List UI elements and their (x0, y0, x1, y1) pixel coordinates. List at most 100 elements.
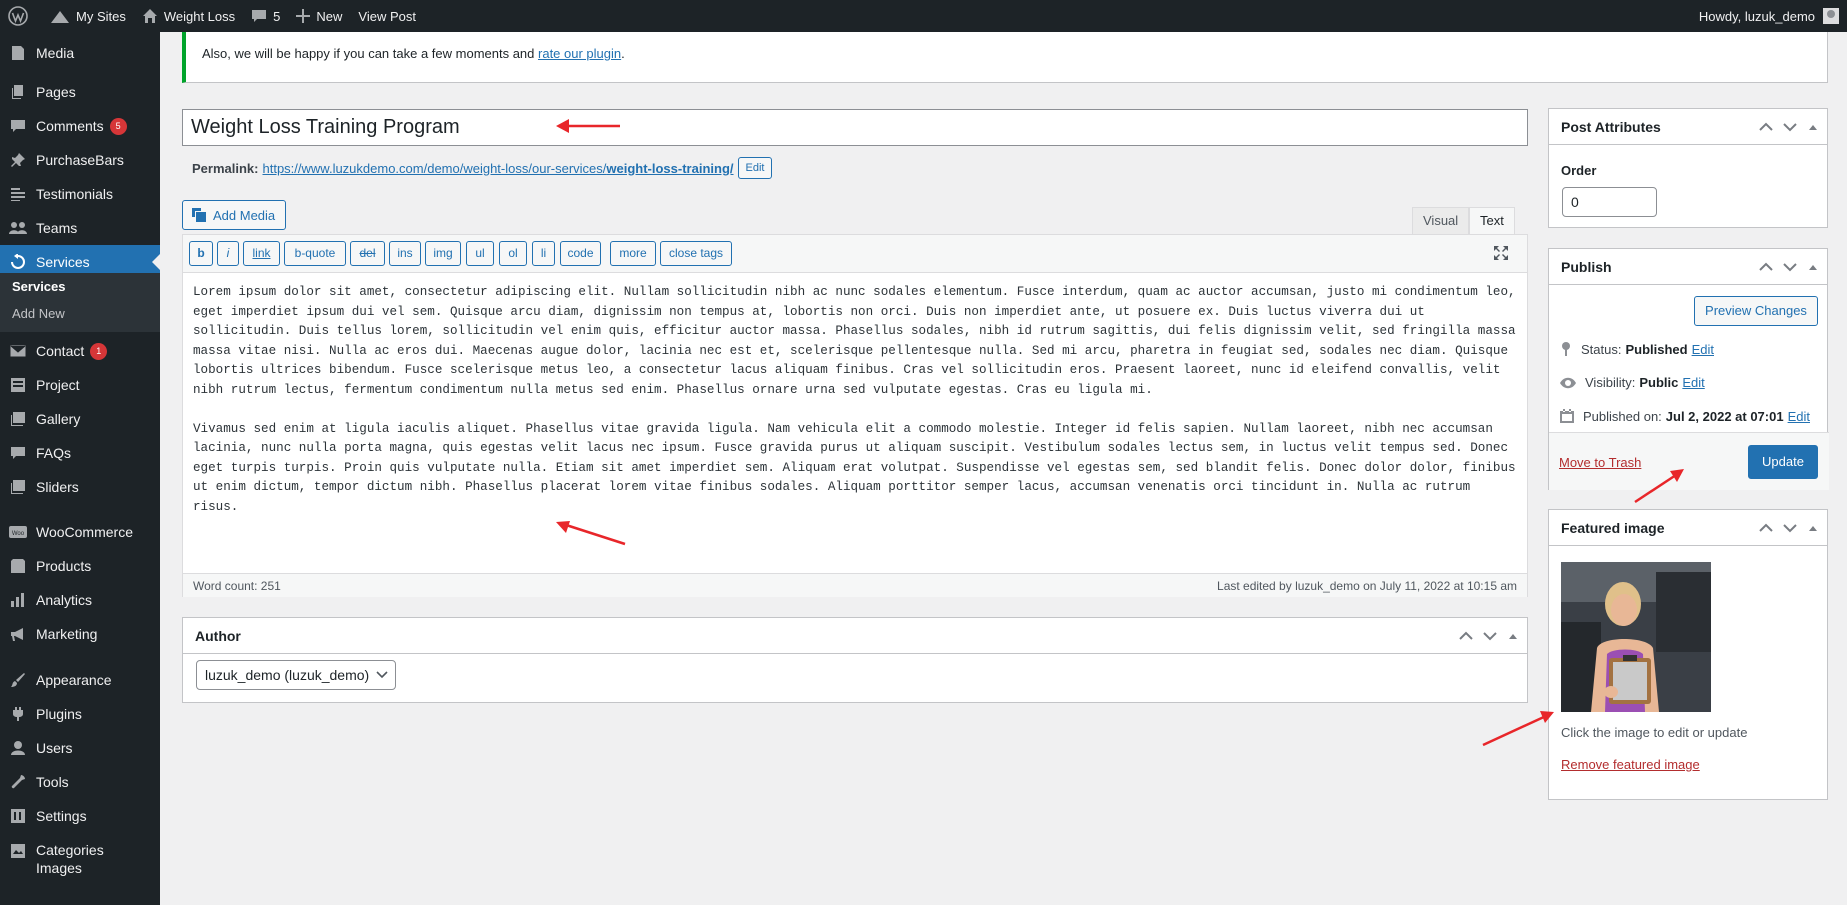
quicktag-ins-button[interactable]: ins (389, 241, 421, 266)
sidebar-item-users[interactable]: Users (0, 731, 160, 765)
sidebar-item-woocommerce[interactable]: Woo WooCommerce (0, 515, 160, 549)
quicktag-blockquote-button[interactable]: b-quote (284, 241, 346, 266)
post-title-input[interactable]: Weight Loss Training Program (182, 109, 1528, 146)
post-content-textarea[interactable]: Lorem ipsum dolor sit amet, consectetur … (193, 283, 1519, 517)
edit-date-link[interactable]: Edit (1788, 409, 1810, 424)
account-menu[interactable]: Howdy, luzuk_demo (1699, 0, 1847, 32)
toggle-panel-icon[interactable] (1507, 632, 1519, 640)
toggle-panel-icon[interactable] (1807, 524, 1819, 532)
sidebar-item-label: Media (36, 45, 75, 61)
quicktag-more-button[interactable]: more (610, 241, 656, 266)
edit-visibility-link[interactable]: Edit (1682, 375, 1704, 390)
new-content-link[interactable]: New (288, 0, 350, 32)
quicktag-link-button[interactable]: link (243, 241, 280, 266)
eye-icon (1560, 377, 1576, 388)
fullscreen-icon[interactable] (1493, 245, 1509, 261)
sidebar-item-gallery[interactable]: Gallery (0, 402, 160, 436)
quicktag-ol-button[interactable]: ol (499, 241, 527, 266)
annotation-arrow-title (556, 119, 620, 133)
quicktag-img-button[interactable]: img (425, 241, 461, 266)
my-sites-link[interactable]: My Sites (42, 0, 134, 32)
author-select[interactable]: luzuk_demo (luzuk_demo) (196, 660, 397, 690)
preview-changes-button[interactable]: Preview Changes (1694, 296, 1818, 326)
sidebar-item-marketing[interactable]: Marketing (0, 617, 160, 651)
rate-plugin-link[interactable]: rate our plugin (538, 46, 621, 61)
sidebar-item-products[interactable]: Products (0, 549, 160, 583)
quicktag-code-button[interactable]: code (560, 241, 601, 266)
move-to-trash-link[interactable]: Move to Trash (1559, 455, 1641, 470)
site-name-label: Weight Loss (163, 8, 236, 24)
site-name-link[interactable]: Weight Loss (134, 0, 243, 32)
tab-visual[interactable]: Visual (1412, 207, 1470, 235)
published-label: Published on: (1583, 408, 1662, 424)
quicktag-ul-button[interactable]: ul (466, 241, 494, 266)
sidebar-item-teams[interactable]: Teams (0, 211, 160, 245)
move-up-icon[interactable] (1759, 122, 1773, 132)
toggle-panel-icon[interactable] (1807, 123, 1819, 131)
avatar (1823, 8, 1839, 24)
quicktag-li-button[interactable]: li (532, 241, 555, 266)
visibility-row: Visibility: Public Edit (1559, 375, 1705, 390)
teams-icon (9, 222, 27, 234)
sidebar-item-label: Sliders (36, 479, 79, 495)
move-down-icon[interactable] (1783, 262, 1797, 272)
move-up-icon[interactable] (1459, 631, 1473, 641)
move-up-icon[interactable] (1759, 262, 1773, 272)
sidebar-item-faqs[interactable]: FAQs (0, 436, 160, 470)
quicktags-toolbar: b i link b-quote del ins img ul ol li co… (183, 235, 1527, 273)
sidebar-item-testimonials[interactable]: Testimonials (0, 177, 160, 211)
sidebar-item-appearance[interactable]: Appearance (0, 663, 160, 697)
quicktag-bold-button[interactable]: b (189, 241, 213, 266)
move-up-icon[interactable] (1759, 523, 1773, 533)
sidebar-item-tools[interactable]: Tools (0, 765, 160, 799)
order-input[interactable]: 0 (1562, 187, 1657, 217)
remove-featured-image-link[interactable]: Remove featured image (1561, 757, 1700, 772)
sidebar-item-sliders[interactable]: Sliders (0, 470, 160, 504)
featured-image-thumbnail[interactable] (1561, 562, 1711, 712)
comments-link[interactable]: 5 (243, 0, 288, 32)
sidebar-item-categories-images[interactable]: Categories Images (0, 841, 160, 881)
permalink-slug: weight-loss-training/ (606, 160, 734, 176)
sidebar-item-plugins[interactable]: Plugins (0, 697, 160, 731)
quicktag-del-button[interactable]: del (350, 241, 385, 266)
published-on-row: Published on: Jul 2, 2022 at 07:01 Edit (1559, 408, 1810, 424)
analytics-icon (11, 593, 24, 607)
submenu-item-services[interactable]: Services (12, 279, 66, 294)
permalink-base: https://www.luzukdemo.com/demo/weight-lo… (262, 160, 607, 176)
sliders-icon (11, 480, 25, 494)
sidebar-item-pages[interactable]: Pages (0, 75, 160, 109)
sidebar-item-project[interactable]: Project (0, 368, 160, 402)
update-button[interactable]: Update (1748, 445, 1818, 479)
comments-icon (11, 120, 25, 132)
sidebar-item-settings[interactable]: Settings (0, 799, 160, 833)
sidebar-item-analytics[interactable]: Analytics (0, 583, 160, 617)
tab-text[interactable]: Text (1469, 207, 1515, 235)
move-down-icon[interactable] (1783, 122, 1797, 132)
notice-text: Also, we will be happy if you can take a… (202, 46, 539, 61)
sidebar-item-label: Analytics (36, 592, 93, 608)
move-down-icon[interactable] (1783, 523, 1797, 533)
quicktag-italic-button[interactable]: i (217, 241, 239, 266)
sidebar-item-label: Marketing (36, 626, 98, 642)
sidebar-item-comments[interactable]: Comments 5 (0, 109, 160, 143)
move-down-icon[interactable] (1483, 631, 1497, 641)
permalink-url[interactable]: https://www.luzukdemo.com/demo/weight-lo… (262, 161, 733, 176)
permalink-edit-button[interactable]: Edit (737, 157, 773, 179)
sidebar-item-media[interactable]: Media (0, 41, 160, 65)
sidebar-item-contact[interactable]: Contact 1 (0, 334, 160, 368)
content-paragraph-2: Vivamus sed enim at ligula iaculis aliqu… (193, 421, 1524, 514)
annotation-arrow-featured-image (1482, 711, 1554, 747)
sidebar-item-purchasebars[interactable]: PurchaseBars (0, 143, 160, 177)
wordpress-logo[interactable] (0, 0, 42, 32)
edit-status-link[interactable]: Edit (1692, 342, 1714, 357)
view-post-link[interactable]: View Post (350, 0, 424, 32)
testimonials-icon (11, 188, 25, 201)
featured-image-metabox: Featured image Click the image to edit o… (1548, 509, 1828, 800)
settings-icon (11, 809, 25, 823)
submenu-item-add-new[interactable]: Add New (12, 306, 65, 321)
add-media-label: Add Media (213, 207, 276, 223)
add-media-button[interactable]: Add Media (182, 200, 286, 230)
svg-text:Woo: Woo (12, 531, 25, 537)
quicktag-close-tags-button[interactable]: close tags (660, 241, 732, 266)
toggle-panel-icon[interactable] (1807, 263, 1819, 271)
